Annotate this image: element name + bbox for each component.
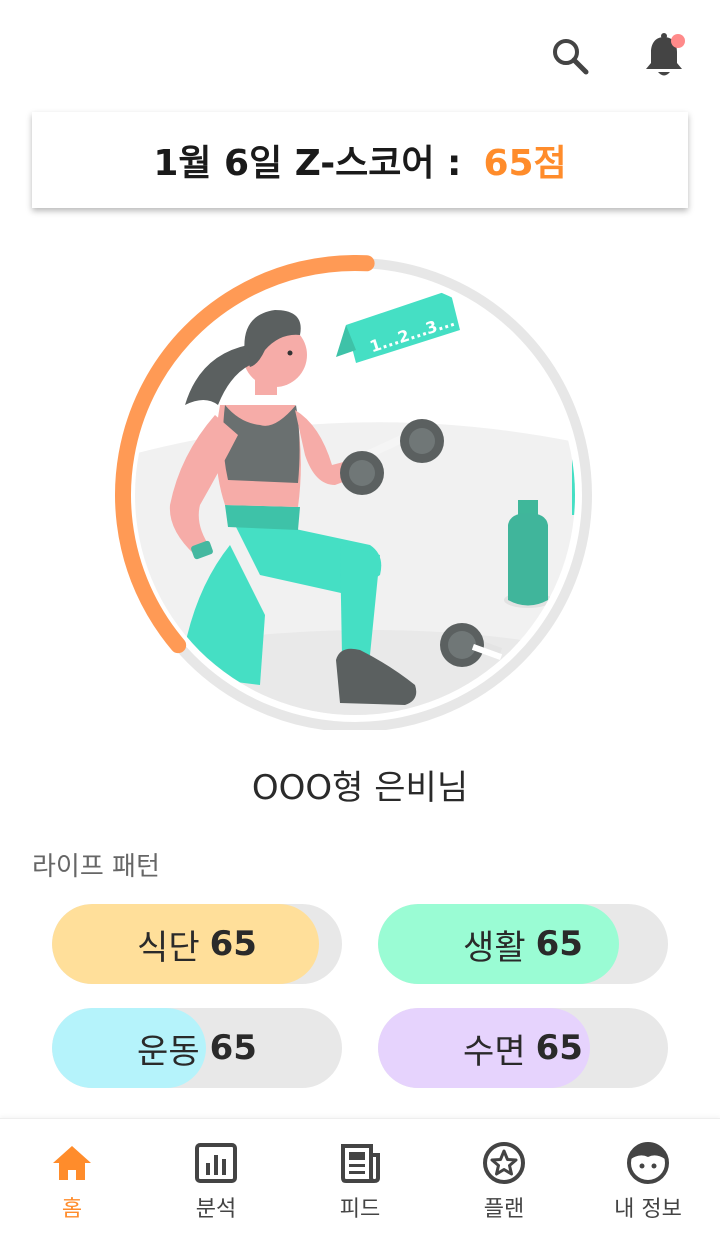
exercise-pattern-pill[interactable]: 운동 65	[52, 1008, 342, 1088]
nav-item-profile[interactable]: 내 정보	[576, 1119, 720, 1233]
top-bar	[0, 0, 720, 110]
life-pattern-pill[interactable]: 생활 65	[378, 904, 668, 984]
nav-item-analysis[interactable]: 분석	[144, 1119, 288, 1233]
nav-item-home[interactable]: 홈	[0, 1119, 144, 1233]
user-name: OOO형 은비님	[251, 768, 469, 808]
profile-icon	[627, 1142, 669, 1184]
z-score-card: 1월 6일 Z-스코어 : 65점	[32, 112, 688, 208]
nav-label-home: 홈	[61, 1197, 83, 1222]
workout-illustration: 1...2...3...	[115, 255, 592, 730]
chart-icon	[195, 1143, 237, 1183]
bell-icon	[646, 33, 685, 76]
nav-label-profile: 내 정보	[614, 1197, 682, 1222]
nav-label-analysis: 분석	[195, 1197, 237, 1222]
sleep-pattern-pill[interactable]: 수면 65	[378, 1008, 668, 1088]
life-pattern-label: 생활	[463, 927, 526, 968]
notification-dot	[671, 34, 685, 48]
z-score-date-label: 1월 6일 Z-스코어 :	[153, 143, 462, 184]
sleep-pattern-value: 65	[535, 1028, 583, 1068]
notification-button[interactable]	[634, 26, 694, 86]
hero-illustration: 1...2...3...	[110, 255, 600, 730]
bottom-navigation: 홈 분석 피드 플랜 내 정보	[0, 1118, 720, 1233]
exercise-pattern-value: 65	[209, 1028, 257, 1068]
life-pattern-value: 65	[535, 924, 583, 964]
diet-pattern-label: 식단	[137, 927, 200, 968]
nav-label-feed: 피드	[339, 1197, 381, 1222]
exercise-pattern-label: 운동	[137, 1031, 200, 1072]
diet-pattern-pill[interactable]: 식단 65	[52, 904, 342, 984]
nav-item-plan[interactable]: 플랜	[432, 1119, 576, 1233]
home-icon	[53, 1146, 91, 1180]
diet-pattern-value: 65	[209, 924, 257, 964]
search-icon	[553, 39, 589, 75]
nav-item-feed[interactable]: 피드	[288, 1119, 432, 1233]
sleep-pattern-label: 수면	[463, 1031, 526, 1072]
z-score-value: 65점	[483, 143, 567, 184]
feed-icon	[341, 1144, 380, 1183]
search-button[interactable]	[540, 26, 600, 86]
plan-star-icon	[483, 1142, 525, 1184]
nav-label-plan: 플랜	[483, 1197, 525, 1222]
life-pattern-title: 라이프 패턴	[32, 852, 160, 882]
